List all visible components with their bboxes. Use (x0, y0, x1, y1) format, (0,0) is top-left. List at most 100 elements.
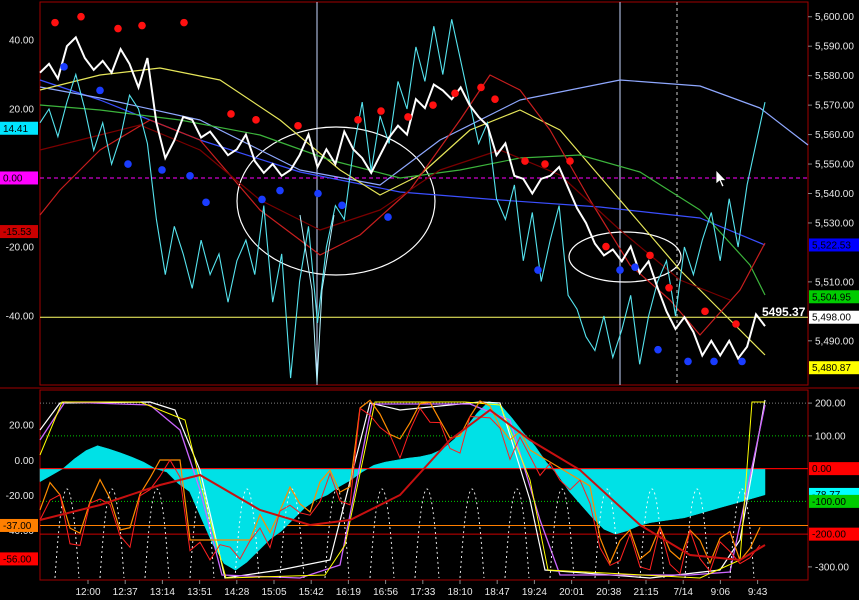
sell-signal-dot (294, 121, 302, 130)
value-badge-label: 5,504.95 (812, 292, 851, 303)
value-badge: 0.00 (0, 171, 38, 185)
left-axis-tick-label: 40.00 (9, 35, 34, 46)
x-axis-tick-label: 13:14 (150, 587, 175, 598)
value-badge-label: -56.00 (3, 554, 32, 565)
value-badge: 5,504.95 (809, 290, 859, 304)
x-axis-tick-label: 21:15 (633, 587, 658, 598)
value-badge-label: 5,480.87 (812, 363, 851, 374)
left-axis-tick-label: 20.00 (9, 104, 34, 115)
x-axis-tick-label: 18:47 (485, 587, 510, 598)
value-badge: 5,480.87 (809, 361, 859, 375)
value-badge: 14.41 (0, 121, 38, 135)
sell-signal-dot (521, 157, 529, 165)
buy-signal-dot (616, 266, 624, 274)
value-badge-label: 5,522.53 (812, 240, 851, 251)
x-axis-tick-label: 15:05 (261, 587, 286, 598)
sell-signal-dot (354, 116, 362, 124)
buy-signal-dot (654, 345, 662, 354)
sell-signal-dot (602, 242, 610, 251)
sell-signal-dot (491, 95, 499, 104)
sell-signal-dot (477, 83, 485, 92)
value-badge: -37.00 (0, 518, 38, 532)
left-axis-tick-label: -20.00 (6, 242, 35, 253)
right-axis-tick-label: 5,550.00 (815, 160, 854, 171)
buy-signal-dot (314, 189, 322, 198)
value-badge: 5,522.53 (809, 238, 859, 252)
sell-signal-dot (77, 12, 85, 21)
sell-signal-dot (541, 160, 549, 168)
x-axis-tick-label: 12:37 (113, 587, 138, 598)
x-axis-tick-label: 14:28 (224, 587, 249, 598)
x-axis-tick-label: 16:19 (336, 587, 361, 598)
value-badge-label: 14.41 (3, 124, 28, 135)
value-badge-label: 0.00 (3, 173, 23, 184)
buy-signal-dot (276, 186, 284, 195)
sell-signal-dot (180, 18, 188, 27)
buy-signal-dot (384, 213, 392, 221)
x-axis-tick-label: 20:38 (596, 587, 621, 598)
buy-signal-dot (338, 201, 346, 210)
x-axis-tick-label: 7/14 (673, 587, 693, 598)
buy-signal-dot (710, 357, 718, 366)
right-axis-tick-label: 5,510.00 (815, 277, 854, 288)
x-axis-tick-label: 9:43 (748, 587, 768, 598)
x-axis-tick-label: 18:10 (447, 587, 472, 598)
buy-signal-dot (186, 172, 194, 180)
sell-signal-dot (701, 307, 709, 316)
buy-signal-dot (124, 160, 132, 168)
value-badge: -15.53 (0, 225, 38, 239)
right-axis-tick-label: 100.00 (815, 431, 846, 442)
value-badge: -56.00 (0, 552, 38, 566)
buy-signal-dot (158, 166, 166, 174)
left-axis-tick-label: 0.00 (15, 456, 35, 467)
last-price-label: 5495.37 (762, 305, 806, 319)
buy-signal-dot (738, 357, 746, 366)
value-badge-label: 0.00 (812, 464, 832, 475)
value-badge-label: -37.00 (3, 521, 32, 532)
sell-signal-dot (377, 107, 385, 115)
right-axis-tick-label: -300.00 (815, 562, 849, 573)
x-axis-tick-label: 17:33 (410, 587, 435, 598)
sell-signal-dot (51, 18, 59, 27)
sell-signal-dot (665, 283, 673, 292)
right-axis-tick-label: 5,590.00 (815, 42, 854, 53)
sell-signal-dot (114, 24, 122, 33)
x-axis-tick-label: 20:01 (559, 587, 584, 598)
right-axis-tick-label: 5,530.00 (815, 218, 854, 229)
value-badge-label: 5,498.00 (812, 313, 851, 324)
sell-signal-dot (566, 157, 574, 165)
value-badge: -100.00 (809, 494, 859, 508)
x-axis-tick-label: 9:06 (711, 587, 731, 598)
left-axis-tick-label: -20.00 (6, 491, 35, 502)
buy-signal-dot (631, 263, 639, 271)
buy-signal-dot (258, 195, 266, 204)
value-badge: -200.00 (809, 527, 859, 541)
buy-signal-dot (534, 266, 542, 274)
sell-signal-dot (451, 89, 459, 98)
sell-signal-dot (138, 21, 146, 30)
buy-signal-dot (60, 63, 68, 71)
right-axis-tick-label: 5,600.00 (815, 12, 854, 23)
right-axis-tick-label: 5,560.00 (815, 130, 854, 141)
value-badge-label: -15.53 (3, 227, 32, 238)
sell-signal-dot (404, 113, 412, 121)
right-axis-tick-label: 5,570.00 (815, 101, 854, 112)
trading-chart: 40.00 20.00 -20.00 -40.00 5,600.00 5,590.00 5,… (0, 0, 859, 600)
x-axis-tick-label: 13:51 (187, 587, 212, 598)
right-axis-tick-label: 5,540.00 (815, 189, 854, 200)
x-axis-tick-label: 19:24 (522, 587, 547, 598)
buy-signal-dot (96, 86, 104, 95)
buy-signal-dot (202, 198, 210, 207)
left-axis-tick-label: -40.00 (6, 311, 35, 322)
x-axis-tick-label: 12:00 (75, 587, 100, 598)
x-axis-tick-label: 15:42 (299, 587, 324, 598)
sell-signal-dot (646, 251, 654, 260)
buy-signal-dot (684, 357, 692, 366)
left-axis-tick-label: 20.00 (9, 421, 34, 432)
sell-signal-dot (429, 101, 437, 109)
value-badge-label: -200.00 (812, 530, 846, 541)
x-axis-tick-label: 16:56 (373, 587, 398, 598)
right-axis-tick-label: 5,490.00 (815, 336, 854, 347)
value-badge: 5,498.00 (809, 310, 859, 324)
sell-signal-dot (227, 110, 235, 118)
